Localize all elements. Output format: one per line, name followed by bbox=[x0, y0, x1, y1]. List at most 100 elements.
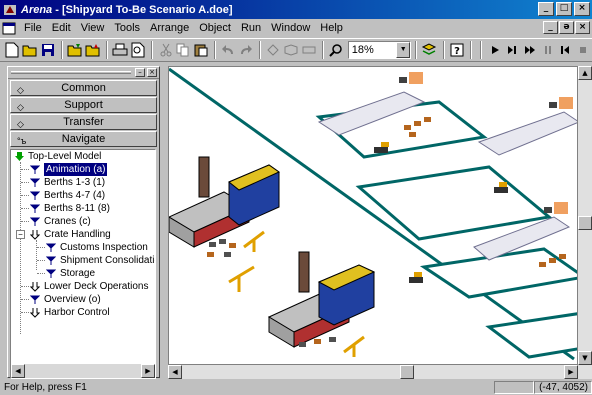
tab-navigate[interactable]: °ъ Navigate bbox=[10, 131, 157, 147]
menu-window[interactable]: Window bbox=[267, 22, 316, 34]
tree-hline bbox=[37, 273, 45, 274]
tree-item-customs-inspection[interactable]: Customs Inspection bbox=[45, 241, 148, 254]
help-button[interactable]: ? bbox=[449, 40, 466, 60]
station-button[interactable] bbox=[283, 40, 300, 60]
building-customs[interactable] bbox=[267, 251, 376, 348]
copy-button[interactable] bbox=[175, 40, 192, 60]
scroll-right-icon[interactable]: ▶ bbox=[564, 365, 578, 379]
tree-item-storage[interactable]: Storage bbox=[45, 267, 95, 280]
tree-item-berths-4-7[interactable]: Berths 4-7 (4) bbox=[29, 189, 105, 202]
tree-item-crate-handling[interactable]: Crate Handling bbox=[29, 228, 111, 241]
fast-forward-button[interactable] bbox=[522, 40, 539, 60]
doc-restore-button[interactable]: ə bbox=[559, 21, 574, 34]
tab-common[interactable]: ◇ Common bbox=[10, 80, 157, 96]
bookmark-view-icon bbox=[29, 203, 41, 215]
tab-transfer[interactable]: ◇ Transfer bbox=[10, 114, 157, 130]
save-disk-icon bbox=[41, 44, 54, 56]
menu-file[interactable]: File bbox=[20, 22, 48, 34]
menu-help[interactable]: Help bbox=[316, 22, 349, 34]
minimize-button[interactable]: _ bbox=[538, 2, 554, 16]
tree-hline bbox=[21, 312, 29, 313]
toolbar-separator bbox=[470, 41, 473, 59]
canvas-vertical-scrollbar[interactable]: ▲ ▼ bbox=[578, 66, 592, 365]
doc-minimize-button[interactable]: _ bbox=[543, 21, 558, 34]
menu-object[interactable]: Object bbox=[195, 22, 237, 34]
scroll-track[interactable] bbox=[25, 364, 141, 378]
toolbar-separator bbox=[151, 41, 154, 59]
menu-arrange[interactable]: Arrange bbox=[146, 22, 195, 34]
undo-button[interactable] bbox=[220, 40, 237, 60]
end-button[interactable] bbox=[574, 40, 591, 60]
chevron-down-icon[interactable]: ▼ bbox=[396, 42, 411, 58]
template-attach-button[interactable] bbox=[67, 40, 84, 60]
maximize-button[interactable]: □ bbox=[556, 2, 572, 16]
menu-run[interactable]: Run bbox=[237, 22, 267, 34]
tree-horizontal-scrollbar[interactable]: ◀ ▶ bbox=[11, 364, 155, 378]
tree-item-harbor-control[interactable]: Harbor Control bbox=[29, 306, 110, 319]
canvas-horizontal-scrollbar[interactable]: ◀ ▶ bbox=[168, 365, 592, 379]
pause-button[interactable] bbox=[539, 40, 556, 60]
scroll-left-icon[interactable]: ◀ bbox=[168, 365, 182, 379]
scroll-down-icon[interactable]: ▼ bbox=[578, 351, 592, 365]
zoom-button[interactable] bbox=[328, 40, 345, 60]
redo-button[interactable] bbox=[238, 40, 255, 60]
app-name: Arena bbox=[21, 3, 53, 16]
panel-grip[interactable] bbox=[11, 71, 131, 74]
project-bar-header[interactable]: – × bbox=[8, 67, 159, 79]
tab-common-label: Common bbox=[61, 82, 106, 94]
bookmark-view-icon bbox=[45, 268, 57, 280]
vertical-scroll-thumb[interactable] bbox=[578, 216, 592, 230]
new-button[interactable] bbox=[4, 40, 21, 60]
scroll-left-icon[interactable]: ◀ bbox=[11, 364, 25, 378]
tree-item-berths-8-11[interactable]: Berths 8-11 (8) bbox=[29, 202, 110, 215]
start-over-button[interactable] bbox=[557, 40, 574, 60]
tree-item-shipment-consolidation[interactable]: Shipment Consolidation bbox=[45, 254, 155, 267]
crane-3[interactable] bbox=[343, 335, 365, 357]
crane-1[interactable] bbox=[243, 230, 265, 252]
tab-support[interactable]: ◇ Support bbox=[10, 97, 157, 113]
doc-close-button[interactable]: × bbox=[575, 21, 590, 34]
print-preview-button[interactable] bbox=[130, 40, 147, 60]
tree-item-label-selected: Animation (a) bbox=[44, 163, 108, 176]
svg-text:?: ? bbox=[454, 46, 460, 57]
open-button[interactable] bbox=[22, 40, 39, 60]
horizontal-scroll-thumb[interactable] bbox=[400, 365, 414, 379]
route-button[interactable] bbox=[301, 40, 318, 60]
tree-item-lower-deck-operations[interactable]: Lower Deck Operations bbox=[29, 280, 149, 293]
step-button[interactable] bbox=[504, 40, 521, 60]
cut-button[interactable] bbox=[157, 40, 174, 60]
tree-item-animation[interactable]: Animation (a) bbox=[29, 163, 108, 176]
panel-close-icon[interactable]: × bbox=[147, 68, 157, 77]
tree-hline bbox=[21, 208, 29, 209]
model-canvas[interactable] bbox=[168, 66, 578, 365]
print-button[interactable] bbox=[112, 40, 129, 60]
save-button[interactable] bbox=[39, 40, 56, 60]
bookmark-view-icon bbox=[45, 255, 57, 267]
forklift-3[interactable] bbox=[409, 272, 423, 283]
crane-2[interactable] bbox=[228, 265, 255, 292]
menu-view[interactable]: View bbox=[77, 22, 111, 34]
toolbar-separator bbox=[214, 41, 217, 59]
tree-item-label: Customs Inspection bbox=[60, 242, 148, 253]
tree-hline bbox=[21, 195, 29, 196]
close-button[interactable]: × bbox=[574, 2, 590, 16]
zoom-combo[interactable]: 18% ▼ bbox=[347, 41, 412, 59]
connect-button[interactable] bbox=[265, 40, 282, 60]
ship-2[interactable] bbox=[477, 97, 578, 156]
paste-button[interactable] bbox=[192, 40, 209, 60]
menu-edit[interactable]: Edit bbox=[48, 22, 77, 34]
document-icon[interactable] bbox=[2, 22, 16, 35]
tree-item-cranes[interactable]: Cranes (c) bbox=[29, 215, 91, 228]
scroll-right-icon[interactable]: ▶ bbox=[141, 364, 155, 378]
tree-item-overview[interactable]: Overview (o) bbox=[29, 293, 101, 306]
scroll-up-icon[interactable]: ▲ bbox=[578, 66, 592, 80]
menu-tools[interactable]: Tools bbox=[110, 22, 146, 34]
tree-item-top-level-model[interactable]: Top-Level Model bbox=[13, 150, 101, 163]
tree-item-berths-1-3[interactable]: Berths 1-3 (1) bbox=[29, 176, 105, 189]
template-detach-button[interactable] bbox=[84, 40, 101, 60]
go-button[interactable] bbox=[486, 40, 503, 60]
collapse-toggle[interactable]: − bbox=[16, 230, 25, 239]
layers-button[interactable] bbox=[421, 40, 438, 60]
panel-minimize-icon[interactable]: – bbox=[135, 68, 145, 77]
submodel-icon bbox=[29, 281, 41, 293]
